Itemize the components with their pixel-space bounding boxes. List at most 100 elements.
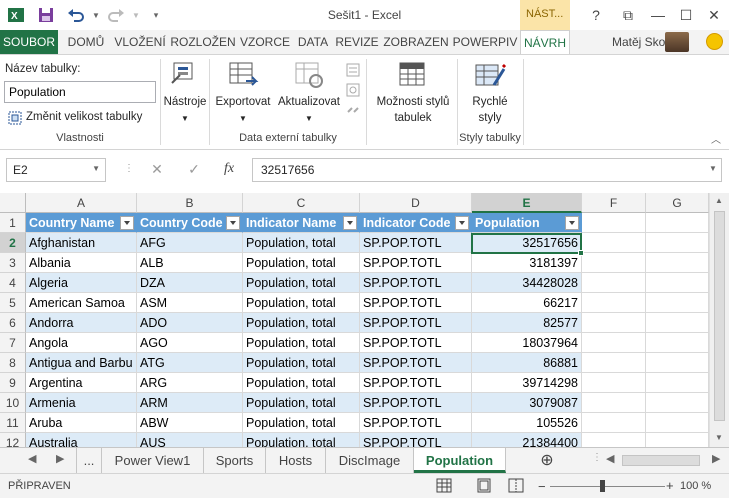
select-all-button[interactable] [0, 193, 26, 213]
refresh-button[interactable]: Aktualizovat [274, 95, 344, 110]
cell-indicator-name[interactable]: Population, total [243, 313, 360, 333]
export-dropdown-icon[interactable]: ▼ [212, 111, 274, 126]
cell-population[interactable]: 3079087 [472, 393, 582, 413]
empty-cell[interactable] [646, 393, 709, 413]
cell-country-name[interactable]: Aruba [26, 413, 137, 433]
cell-indicator-code[interactable]: SP.POP.TOTL [360, 333, 472, 353]
cell-country-name[interactable]: American Samoa [26, 293, 137, 313]
filter-dropdown-icon[interactable] [565, 216, 579, 230]
worksheet-grid[interactable]: A B C D E F G 1 Country Name Country Cod… [0, 193, 729, 447]
column-header-d[interactable]: D [360, 193, 472, 213]
filter-dropdown-icon[interactable] [226, 216, 240, 230]
normal-view-icon[interactable] [436, 478, 452, 496]
sheet-tab-sports[interactable]: Sports [204, 448, 266, 473]
row-header[interactable]: 6 [0, 313, 26, 333]
tab-powerpivot[interactable]: POWERPIV [452, 30, 518, 54]
table-style-options-label-1[interactable]: Možnosti stylů [368, 95, 458, 110]
table-style-options-icon[interactable] [398, 61, 426, 92]
empty-cell[interactable] [582, 333, 646, 353]
hscroll-right-icon[interactable]: ▶ [712, 452, 720, 465]
refresh-icon[interactable] [294, 61, 326, 94]
quick-styles-label-2[interactable]: styly [458, 111, 522, 126]
close-button[interactable]: ✕ [704, 6, 724, 24]
refresh-dropdown-icon[interactable]: ▼ [274, 111, 344, 126]
cell-population[interactable]: 18037964 [472, 333, 582, 353]
filter-dropdown-icon[interactable] [455, 216, 469, 230]
avatar[interactable] [665, 32, 689, 52]
formula-input[interactable]: 32517656 [252, 158, 722, 182]
name-box-dropdown-icon[interactable]: ▼ [92, 164, 100, 173]
empty-cell[interactable] [646, 333, 709, 353]
tab-design[interactable]: NÁVRH [520, 30, 570, 55]
hscroll-left-icon[interactable]: ◀ [606, 452, 614, 465]
empty-cell[interactable] [582, 313, 646, 333]
cell-country-code[interactable]: ARG [137, 373, 243, 393]
tab-review[interactable]: REVIZE [334, 30, 380, 54]
enter-entry-button[interactable]: ✓ [183, 161, 205, 179]
empty-cell[interactable] [646, 213, 709, 233]
row-header[interactable]: 10 [0, 393, 26, 413]
tab-page-layout[interactable]: ROZLOŽEN [170, 30, 236, 54]
vertical-scrollbar[interactable]: ▲ ▼ [709, 193, 729, 447]
cell-country-name[interactable]: Afghanistan [26, 233, 137, 253]
cell-population[interactable]: 86881 [472, 353, 582, 373]
column-header-a[interactable]: A [26, 193, 137, 213]
cell-country-name[interactable]: Angola [26, 333, 137, 353]
empty-cell[interactable] [582, 433, 646, 447]
empty-cell[interactable] [582, 373, 646, 393]
empty-cell[interactable] [646, 313, 709, 333]
column-header-b[interactable]: B [137, 193, 243, 213]
cell-indicator-name[interactable]: Population, total [243, 413, 360, 433]
empty-cell[interactable] [582, 253, 646, 273]
cell-population[interactable]: 39714298 [472, 373, 582, 393]
cell-country-code[interactable]: ASM [137, 293, 243, 313]
quick-styles-label-1[interactable]: Rychlé [458, 95, 522, 110]
empty-cell[interactable] [582, 393, 646, 413]
empty-cell[interactable] [646, 253, 709, 273]
table-header-cell[interactable]: Indicator Name [243, 213, 360, 233]
cancel-entry-button[interactable]: ✕ [146, 161, 168, 179]
row-header[interactable]: 8 [0, 353, 26, 373]
sheet-tab-hosts[interactable]: Hosts [266, 448, 326, 473]
resize-table-button[interactable]: Změnit velikost tabulky [26, 110, 142, 125]
sheet-prev-icon[interactable]: ◀ [28, 452, 36, 465]
cell-indicator-code[interactable]: SP.POP.TOTL [360, 393, 472, 413]
maximize-button[interactable]: ☐ [676, 6, 696, 24]
empty-cell[interactable] [582, 293, 646, 313]
cell-country-code[interactable]: DZA [137, 273, 243, 293]
zoom-slider-thumb[interactable] [600, 480, 605, 492]
column-header-g[interactable]: G [646, 193, 709, 213]
sheet-tab-discimage[interactable]: DiscImage [326, 448, 414, 473]
column-header-e[interactable]: E [472, 193, 582, 213]
cell-indicator-name[interactable]: Population, total [243, 433, 360, 447]
table-header-cell[interactable]: Indicator Code [360, 213, 472, 233]
add-sheet-icon[interactable]: ⊕ [536, 448, 558, 473]
empty-cell[interactable] [582, 213, 646, 233]
zoom-out-button[interactable]: − [538, 479, 546, 494]
cell-country-code[interactable]: AFG [137, 233, 243, 253]
cell-country-name[interactable]: Andorra [26, 313, 137, 333]
scrollbar-thumb[interactable] [714, 211, 725, 421]
cell-indicator-code[interactable]: SP.POP.TOTL [360, 313, 472, 333]
cell-indicator-code[interactable]: SP.POP.TOTL [360, 353, 472, 373]
tab-formulas[interactable]: VZORCE [238, 30, 292, 54]
sheet-tab-population[interactable]: Population [414, 448, 506, 473]
table-header-cell[interactable]: Country Code [137, 213, 243, 233]
tab-file[interactable]: SOUBOR [0, 30, 58, 54]
table-name-input[interactable] [4, 81, 156, 103]
cell-country-name[interactable]: Australia [26, 433, 137, 447]
table-style-options-label-2[interactable]: tabulek [368, 111, 458, 126]
open-in-browser-icon[interactable] [346, 83, 360, 100]
export-icon[interactable] [228, 61, 260, 94]
column-header-f[interactable]: F [582, 193, 646, 213]
cell-indicator-name[interactable]: Population, total [243, 353, 360, 373]
row-header[interactable]: 2 [0, 233, 26, 253]
sheet-tab-power-view1[interactable]: Power View1 [102, 448, 204, 473]
cell-population[interactable]: 82577 [472, 313, 582, 333]
tab-data[interactable]: DATA [294, 30, 332, 54]
tools-button[interactable]: Nástroje [162, 95, 208, 110]
ribbon-display-button[interactable]: ⧉ [618, 6, 638, 24]
cell-country-code[interactable]: ALB [137, 253, 243, 273]
cell-country-name[interactable]: Argentina [26, 373, 137, 393]
row-header[interactable]: 9 [0, 373, 26, 393]
